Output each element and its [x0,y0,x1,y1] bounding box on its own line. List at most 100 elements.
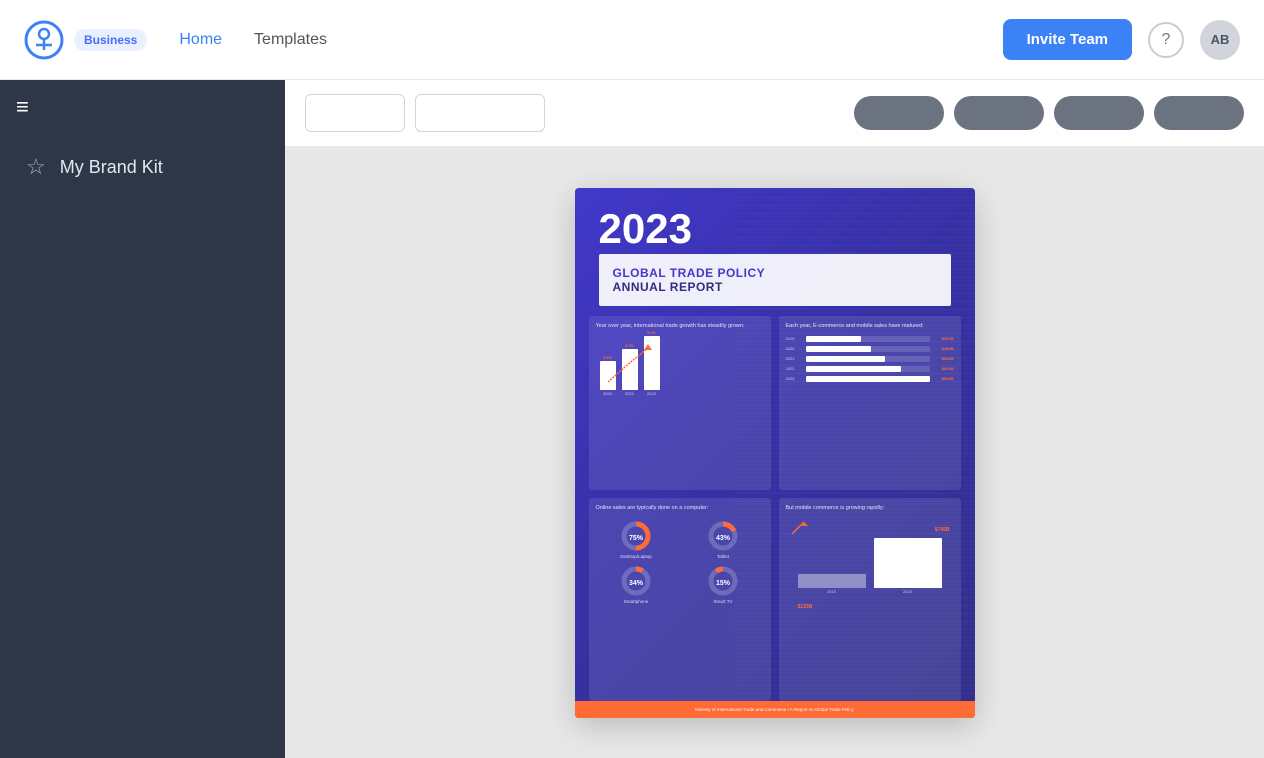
toolbar-filter-3[interactable] [1054,96,1144,130]
hbar-fill-0 [806,336,862,342]
vbar-3 [644,336,660,390]
sidebar-item-brand-kit[interactable]: ☆ My Brand Kit [16,142,269,192]
hbar-year-4: 2023 [786,376,802,381]
donut-smartphone: 34% Smartphone [596,565,677,604]
hbar-val-3: $410B [934,366,954,371]
hbar-val-0: $237B [934,336,954,341]
doc-content: 2023 GLOBAL TRADE POLICY ANNUAL REPORT Y… [575,188,975,718]
hbars: 2019 $237B 2020 [786,336,954,382]
header-right: Invite Team ? AB [1003,19,1240,60]
doc-footer: Ministry of International Trade and Comm… [575,701,975,718]
svg-text:15%: 15% [716,580,731,587]
doc-year: 2023 [575,188,975,254]
hbar-track-0 [806,336,930,342]
hbar-track-4 [806,376,930,382]
mini-bar-low [798,574,866,588]
doc-title-line2: ANNUAL REPORT [613,280,937,294]
main-nav: Home Templates [179,31,327,49]
chart-online-sales: Online sales are typically done on a com… [589,498,771,701]
canvas-area: 2023 GLOBAL TRADE POLICY ANNUAL REPORT Y… [285,147,1264,758]
donut-svg-smarttv: 15% [707,565,739,597]
vbar-1 [600,361,616,390]
donut-desktop: 75% Desktop/Laptop [596,520,677,559]
main-layout: ≡ ☆ My Brand Kit 2023 [0,80,1264,758]
hbar-val-4: $530B [934,376,954,381]
document-preview[interactable]: 2023 GLOBAL TRADE POLICY ANNUAL REPORT Y… [575,188,975,718]
donut-svg-smartphone: 34% [620,565,652,597]
hbar-year-1: 2020 [786,346,802,351]
sidebar: ≡ ☆ My Brand Kit [0,80,285,758]
doc-title-box: GLOBAL TRADE POLICY ANNUAL REPORT [599,254,951,306]
hbar-fill-2 [806,356,885,362]
hbar-track-3 [806,366,930,372]
chart-mobile-title: But mobile commerce is growing rapidly: [786,505,954,512]
star-icon: ☆ [26,154,46,180]
chart-trade-growth: Year over year, international trade grow… [589,316,771,491]
mini-bar-high [874,538,942,588]
doc-footer-text: Ministry of International Trade and Comm… [589,707,961,712]
nav-templates[interactable]: Templates [254,31,327,49]
header: Business Home Templates Invite Team ? AB [0,0,1264,80]
donut-label-smartphone: Smartphone [624,599,649,604]
mini-bar-year-high: 2022 [903,589,912,594]
trend-arrow-svg [790,520,810,536]
sidebar-item-label: My Brand Kit [60,157,163,178]
hbar-row-4: 2023 $530B [786,376,954,382]
donut-smarttv: 15% Smart TV [683,565,764,604]
toolbar-filter-4[interactable] [1154,96,1244,130]
hbar-year-0: 2019 [786,336,802,341]
donut-svg-desktop: 75% [620,520,652,552]
invite-team-button[interactable]: Invite Team [1003,19,1132,60]
content-area: 2023 GLOBAL TRADE POLICY ANNUAL REPORT Y… [285,80,1264,758]
avatar[interactable]: AB [1200,20,1240,60]
hbar-val-2: $340B [934,356,954,361]
mini-bar-year-low: 2015 [827,589,836,594]
vbar-year-1: 2020 [603,391,612,396]
svg-text:43%: 43% [716,535,731,542]
svg-text:75%: 75% [629,535,644,542]
chart-ecommerce-title: Each year, E-commerce and mobile sales h… [786,323,954,330]
vbar-label-2: 3.7% [625,343,634,348]
toolbar-input-2[interactable] [415,94,545,132]
chart-ecommerce: Each year, E-commerce and mobile sales h… [779,316,961,491]
toolbar-filter-1[interactable] [854,96,944,130]
vbar-label-3: 5.2% [647,330,656,335]
help-icon: ? [1162,31,1171,49]
toolbar-input-1[interactable] [305,94,405,132]
hbar-row-2: 2021 $340B [786,356,954,362]
logo-area: Business [24,20,147,60]
donut-svg-tablet: 43% [707,520,739,552]
doc-title-line1: GLOBAL TRADE POLICY [613,266,937,280]
svg-text:34%: 34% [629,580,644,587]
nav-home[interactable]: Home [179,31,222,49]
mini-bar-val-low: $133B [798,604,813,610]
donut-tablet: 43% Tablet [683,520,764,559]
chart-mobile-commerce: But mobile commerce is growing rapidly: … [779,498,961,701]
logo-badge: Business [74,29,147,51]
mini-bar-val-high: $745B [935,527,950,533]
hbar-fill-3 [806,366,901,372]
menu-icon[interactable]: ≡ [16,96,269,118]
toolbar [285,80,1264,147]
vbar-year-2: 2021 [625,391,634,396]
hbar-val-1: $280B [934,346,954,351]
donuts-grid: 75% Desktop/Laptop 43% [596,518,764,606]
logo-icon [24,20,64,60]
help-button[interactable]: ? [1148,22,1184,58]
hbar-row-1: 2020 $280B [786,346,954,352]
hbar-row-3: 2022 $410B [786,366,954,372]
chart-trade-title: Year over year, international trade grow… [596,323,764,330]
vbar-year-3: 2022 [647,391,656,396]
donut-label-tablet: Tablet [717,554,729,559]
hbar-year-2: 2021 [786,356,802,361]
vbar-2 [622,349,638,390]
vbar-label-1: 2.5% [603,355,612,360]
hbar-fill-4 [806,376,930,382]
doc-charts: Year over year, international trade grow… [575,306,975,701]
donut-label-desktop: Desktop/Laptop [620,554,652,559]
toolbar-filter-2[interactable] [954,96,1044,130]
hbar-year-3: 2022 [786,366,802,371]
donut-label-smarttv: Smart TV [714,599,733,604]
hbar-track-1 [806,346,930,352]
hbar-fill-1 [806,346,872,352]
